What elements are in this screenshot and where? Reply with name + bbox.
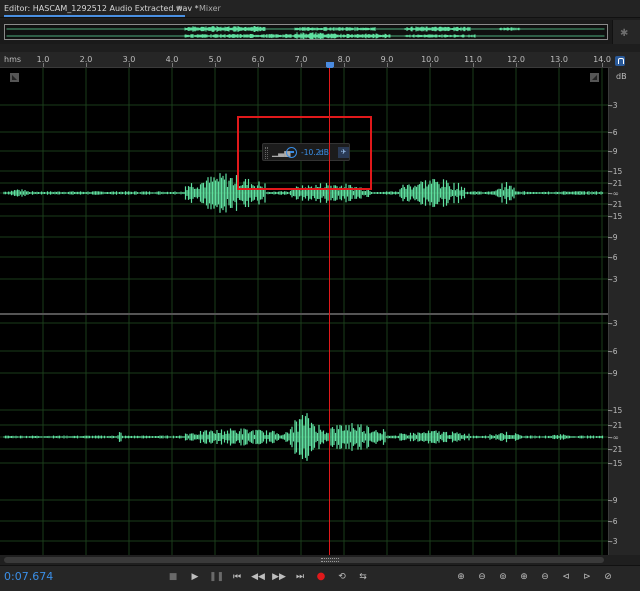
ruler-tick — [387, 63, 388, 67]
ch2-db-tick — [608, 410, 612, 411]
fade-out-handle-icon[interactable] — [590, 73, 599, 82]
ch2-db-tick — [608, 351, 612, 352]
zoom-in-time-icon[interactable]: ⊕ — [517, 570, 531, 584]
tab-mixer[interactable]: Mixer — [199, 2, 221, 16]
ch1-db-tick — [608, 237, 612, 238]
ch1-db-tick — [608, 132, 612, 133]
ch2-db-tick — [608, 449, 612, 450]
ruler-tick — [86, 63, 87, 67]
zoom-in-amplitude-icon[interactable]: ⊕ — [454, 570, 468, 584]
tab-menu-icon[interactable]: ≡ — [176, 3, 183, 12]
ruler-tick — [602, 63, 603, 67]
ch2-db-tick — [608, 541, 612, 542]
scrollbar-grip[interactable] — [321, 558, 339, 562]
ch2-db-tick — [608, 463, 612, 464]
overview-viewport[interactable] — [4, 24, 608, 40]
amplitude-scale[interactable] — [608, 68, 640, 555]
scrollbar-thumb[interactable] — [4, 557, 604, 563]
zoom-out-amplitude-icon[interactable]: ⊖ — [475, 570, 489, 584]
tab-editor[interactable]: Editor: HASCAM_1292512 Audio Extracted.w… — [4, 2, 199, 17]
ch2-db-tick — [608, 373, 612, 374]
ruler-tick — [559, 63, 560, 67]
ch1-db-tick — [608, 204, 612, 205]
ruler-tick — [172, 63, 173, 67]
ruler-tick — [215, 63, 216, 67]
ch1-db-tick — [608, 151, 612, 152]
ruler-tick — [43, 63, 44, 67]
zoom-out-time-icon[interactable]: ⊖ — [538, 570, 552, 584]
rewind-button[interactable]: ◀◀ — [251, 570, 265, 584]
ch2-db-tick — [608, 437, 612, 438]
ch1-db-tick — [608, 105, 612, 106]
ch2-db-tick — [608, 521, 612, 522]
ch1-db-tick — [608, 193, 612, 194]
horizontal-scrollbar[interactable] — [0, 555, 640, 565]
zoom-to-selection-icon[interactable]: ⊚ — [496, 570, 510, 584]
ch1-db-tick — [608, 279, 612, 280]
ruler-tick — [301, 63, 302, 67]
ch1-db-tick — [608, 216, 612, 217]
go-to-next-button[interactable]: ⏭ — [293, 570, 307, 584]
db-unit-label: dB — [616, 72, 627, 81]
overview-panel[interactable] — [0, 20, 612, 44]
pause-button[interactable]: ❚❚ — [209, 570, 224, 584]
channel-divider — [0, 313, 608, 315]
highlight-annotation-box — [237, 116, 372, 190]
play-button[interactable]: ▶ — [188, 570, 202, 584]
zoom-handle-icon[interactable]: ✱ — [620, 28, 628, 39]
ch2-db-tick — [608, 425, 612, 426]
ruler-tick — [516, 63, 517, 67]
stop-button[interactable]: ■ — [166, 570, 180, 584]
ch1-db-tick — [608, 257, 612, 258]
ruler-tick — [258, 63, 259, 67]
tab-bar: Editor: HASCAM_1292512 Audio Extracted.w… — [0, 0, 640, 18]
record-button[interactable]: ● — [314, 570, 328, 584]
ruler-tick — [473, 63, 474, 67]
ruler-tick — [344, 63, 345, 67]
ch1-db-tick — [608, 183, 612, 184]
fast-forward-button[interactable]: ▶▶ — [272, 570, 286, 584]
playhead-line[interactable] — [329, 68, 330, 555]
loop-button[interactable]: ⟲ — [335, 570, 349, 584]
zoom-in-right-icon[interactable]: ⊳ — [580, 570, 594, 584]
current-time-display[interactable]: 0:07.674 — [4, 570, 53, 583]
ruler-tick — [430, 63, 431, 67]
ruler-tick — [129, 63, 130, 67]
ch1-db-tick — [608, 171, 612, 172]
go-to-previous-button[interactable]: ⏮ — [230, 570, 244, 584]
skip-selection-button[interactable]: ⇆ — [356, 570, 370, 584]
time-ruler[interactable]: hms 1.0 2.0 3.0 4.0 5.0 6.0 7.0 8.0 9.0 10.0 11.0 1… — [0, 52, 612, 68]
fade-in-handle-icon[interactable] — [10, 73, 19, 82]
zoom-in-left-icon[interactable]: ⊲ — [559, 570, 573, 584]
overview-waveform — [6, 25, 605, 39]
ruler-unit-label: hms — [4, 55, 22, 64]
ch2-db-tick — [608, 500, 612, 501]
ch2-db-tick — [608, 323, 612, 324]
snap-icon[interactable] — [615, 56, 625, 66]
zoom-out-full-icon[interactable]: ⊘ — [601, 570, 615, 584]
